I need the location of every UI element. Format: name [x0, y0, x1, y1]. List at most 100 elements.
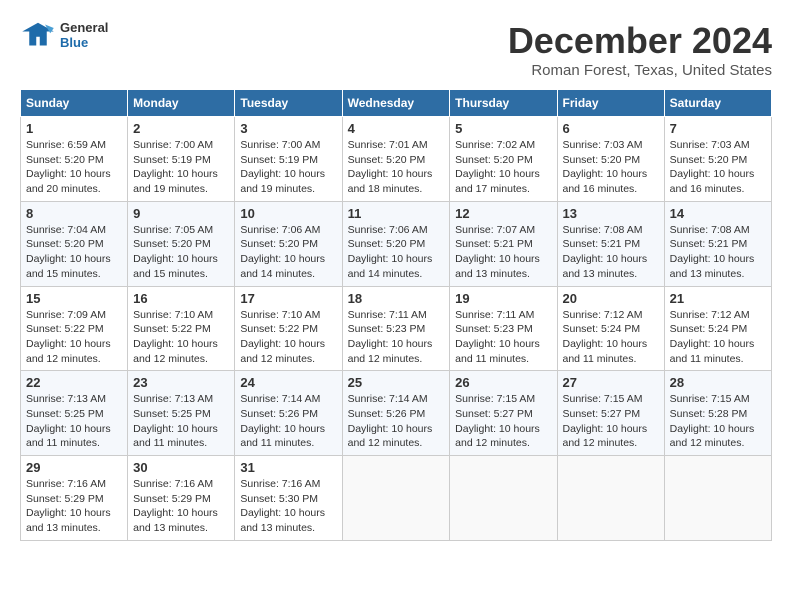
day-number: 16 [133, 291, 229, 306]
header-thursday: Thursday [450, 90, 557, 117]
day-cell-2: 2 Sunrise: 7:00 AMSunset: 5:19 PMDayligh… [128, 117, 235, 202]
day-cell-18: 18 Sunrise: 7:11 AMSunset: 5:23 PMDaylig… [342, 286, 450, 371]
day-number: 28 [670, 375, 766, 390]
day-number: 14 [670, 206, 766, 221]
logo-icon [20, 21, 56, 49]
weekday-header-row: Sunday Monday Tuesday Wednesday Thursday… [21, 90, 772, 117]
day-number: 8 [26, 206, 122, 221]
day-number: 29 [26, 460, 122, 475]
day-number: 27 [563, 375, 659, 390]
day-cell-22: 22 Sunrise: 7:13 AMSunset: 5:25 PMDaylig… [21, 371, 128, 456]
day-cell-33 [450, 456, 557, 541]
day-cell-12: 12 Sunrise: 7:07 AMSunset: 5:21 PMDaylig… [450, 201, 557, 286]
day-info: Sunrise: 7:05 AMSunset: 5:20 PMDaylight:… [133, 223, 229, 282]
day-info: Sunrise: 7:16 AMSunset: 5:30 PMDaylight:… [240, 477, 336, 536]
day-cell-20: 20 Sunrise: 7:12 AMSunset: 5:24 PMDaylig… [557, 286, 664, 371]
day-cell-24: 24 Sunrise: 7:14 AMSunset: 5:26 PMDaylig… [235, 371, 342, 456]
day-cell-15: 15 Sunrise: 7:09 AMSunset: 5:22 PMDaylig… [21, 286, 128, 371]
logo-text: General Blue [60, 20, 108, 50]
day-cell-6: 6 Sunrise: 7:03 AMSunset: 5:20 PMDayligh… [557, 117, 664, 202]
day-cell-31: 31 Sunrise: 7:16 AMSunset: 5:30 PMDaylig… [235, 456, 342, 541]
day-cell-19: 19 Sunrise: 7:11 AMSunset: 5:23 PMDaylig… [450, 286, 557, 371]
day-number: 13 [563, 206, 659, 221]
day-cell-11: 11 Sunrise: 7:06 AMSunset: 5:20 PMDaylig… [342, 201, 450, 286]
header-tuesday: Tuesday [235, 90, 342, 117]
day-info: Sunrise: 7:10 AMSunset: 5:22 PMDaylight:… [133, 308, 229, 367]
day-number: 25 [348, 375, 445, 390]
day-cell-5: 5 Sunrise: 7:02 AMSunset: 5:20 PMDayligh… [450, 117, 557, 202]
day-number: 21 [670, 291, 766, 306]
day-number: 11 [348, 206, 445, 221]
day-info: Sunrise: 7:06 AMSunset: 5:20 PMDaylight:… [348, 223, 445, 282]
day-number: 19 [455, 291, 551, 306]
day-info: Sunrise: 7:09 AMSunset: 5:22 PMDaylight:… [26, 308, 122, 367]
day-cell-16: 16 Sunrise: 7:10 AMSunset: 5:22 PMDaylig… [128, 286, 235, 371]
day-cell-28: 28 Sunrise: 7:15 AMSunset: 5:28 PMDaylig… [664, 371, 771, 456]
day-info: Sunrise: 7:16 AMSunset: 5:29 PMDaylight:… [26, 477, 122, 536]
day-info: Sunrise: 7:00 AMSunset: 5:19 PMDaylight:… [133, 138, 229, 197]
day-cell-35 [664, 456, 771, 541]
day-info: Sunrise: 6:59 AMSunset: 5:20 PMDaylight:… [26, 138, 122, 197]
day-info: Sunrise: 7:01 AMSunset: 5:20 PMDaylight:… [348, 138, 445, 197]
day-number: 10 [240, 206, 336, 221]
day-info: Sunrise: 7:07 AMSunset: 5:21 PMDaylight:… [455, 223, 551, 282]
day-info: Sunrise: 7:13 AMSunset: 5:25 PMDaylight:… [133, 392, 229, 451]
day-info: Sunrise: 7:10 AMSunset: 5:22 PMDaylight:… [240, 308, 336, 367]
day-number: 18 [348, 291, 445, 306]
day-info: Sunrise: 7:14 AMSunset: 5:26 PMDaylight:… [240, 392, 336, 451]
day-cell-32 [342, 456, 450, 541]
day-number: 30 [133, 460, 229, 475]
day-info: Sunrise: 7:00 AMSunset: 5:19 PMDaylight:… [240, 138, 336, 197]
day-cell-34 [557, 456, 664, 541]
header-wednesday: Wednesday [342, 90, 450, 117]
day-number: 26 [455, 375, 551, 390]
day-cell-17: 17 Sunrise: 7:10 AMSunset: 5:22 PMDaylig… [235, 286, 342, 371]
day-info: Sunrise: 7:16 AMSunset: 5:29 PMDaylight:… [133, 477, 229, 536]
day-info: Sunrise: 7:04 AMSunset: 5:20 PMDaylight:… [26, 223, 122, 282]
day-info: Sunrise: 7:08 AMSunset: 5:21 PMDaylight:… [563, 223, 659, 282]
day-number: 20 [563, 291, 659, 306]
day-number: 23 [133, 375, 229, 390]
header-saturday: Saturday [664, 90, 771, 117]
day-number: 15 [26, 291, 122, 306]
day-number: 3 [240, 121, 336, 136]
week-row-2: 8 Sunrise: 7:04 AMSunset: 5:20 PMDayligh… [21, 201, 772, 286]
day-info: Sunrise: 7:03 AMSunset: 5:20 PMDaylight:… [563, 138, 659, 197]
day-info: Sunrise: 7:15 AMSunset: 5:27 PMDaylight:… [455, 392, 551, 451]
day-info: Sunrise: 7:11 AMSunset: 5:23 PMDaylight:… [348, 308, 445, 367]
day-cell-9: 9 Sunrise: 7:05 AMSunset: 5:20 PMDayligh… [128, 201, 235, 286]
header-sunday: Sunday [21, 90, 128, 117]
day-number: 1 [26, 121, 122, 136]
day-cell-27: 27 Sunrise: 7:15 AMSunset: 5:27 PMDaylig… [557, 371, 664, 456]
day-info: Sunrise: 7:08 AMSunset: 5:21 PMDaylight:… [670, 223, 766, 282]
calendar-table: Sunday Monday Tuesday Wednesday Thursday… [20, 89, 772, 541]
day-info: Sunrise: 7:02 AMSunset: 5:20 PMDaylight:… [455, 138, 551, 197]
logo: General Blue [20, 20, 108, 50]
day-number: 24 [240, 375, 336, 390]
location-title: Roman Forest, Texas, United States [508, 62, 772, 79]
week-row-3: 15 Sunrise: 7:09 AMSunset: 5:22 PMDaylig… [21, 286, 772, 371]
day-number: 17 [240, 291, 336, 306]
day-cell-26: 26 Sunrise: 7:15 AMSunset: 5:27 PMDaylig… [450, 371, 557, 456]
day-cell-7: 7 Sunrise: 7:03 AMSunset: 5:20 PMDayligh… [664, 117, 771, 202]
day-number: 31 [240, 460, 336, 475]
page-header: General Blue December 2024 Roman Forest,… [20, 20, 772, 79]
day-cell-25: 25 Sunrise: 7:14 AMSunset: 5:26 PMDaylig… [342, 371, 450, 456]
day-number: 2 [133, 121, 229, 136]
day-number: 7 [670, 121, 766, 136]
day-info: Sunrise: 7:03 AMSunset: 5:20 PMDaylight:… [670, 138, 766, 197]
week-row-4: 22 Sunrise: 7:13 AMSunset: 5:25 PMDaylig… [21, 371, 772, 456]
day-cell-10: 10 Sunrise: 7:06 AMSunset: 5:20 PMDaylig… [235, 201, 342, 286]
calendar-title-section: December 2024 Roman Forest, Texas, Unite… [508, 20, 772, 79]
day-cell-13: 13 Sunrise: 7:08 AMSunset: 5:21 PMDaylig… [557, 201, 664, 286]
day-cell-29: 29 Sunrise: 7:16 AMSunset: 5:29 PMDaylig… [21, 456, 128, 541]
day-cell-1: 1 Sunrise: 6:59 AMSunset: 5:20 PMDayligh… [21, 117, 128, 202]
day-info: Sunrise: 7:06 AMSunset: 5:20 PMDaylight:… [240, 223, 336, 282]
day-cell-21: 21 Sunrise: 7:12 AMSunset: 5:24 PMDaylig… [664, 286, 771, 371]
week-row-5: 29 Sunrise: 7:16 AMSunset: 5:29 PMDaylig… [21, 456, 772, 541]
day-cell-30: 30 Sunrise: 7:16 AMSunset: 5:29 PMDaylig… [128, 456, 235, 541]
header-friday: Friday [557, 90, 664, 117]
day-info: Sunrise: 7:11 AMSunset: 5:23 PMDaylight:… [455, 308, 551, 367]
day-cell-23: 23 Sunrise: 7:13 AMSunset: 5:25 PMDaylig… [128, 371, 235, 456]
day-info: Sunrise: 7:14 AMSunset: 5:26 PMDaylight:… [348, 392, 445, 451]
